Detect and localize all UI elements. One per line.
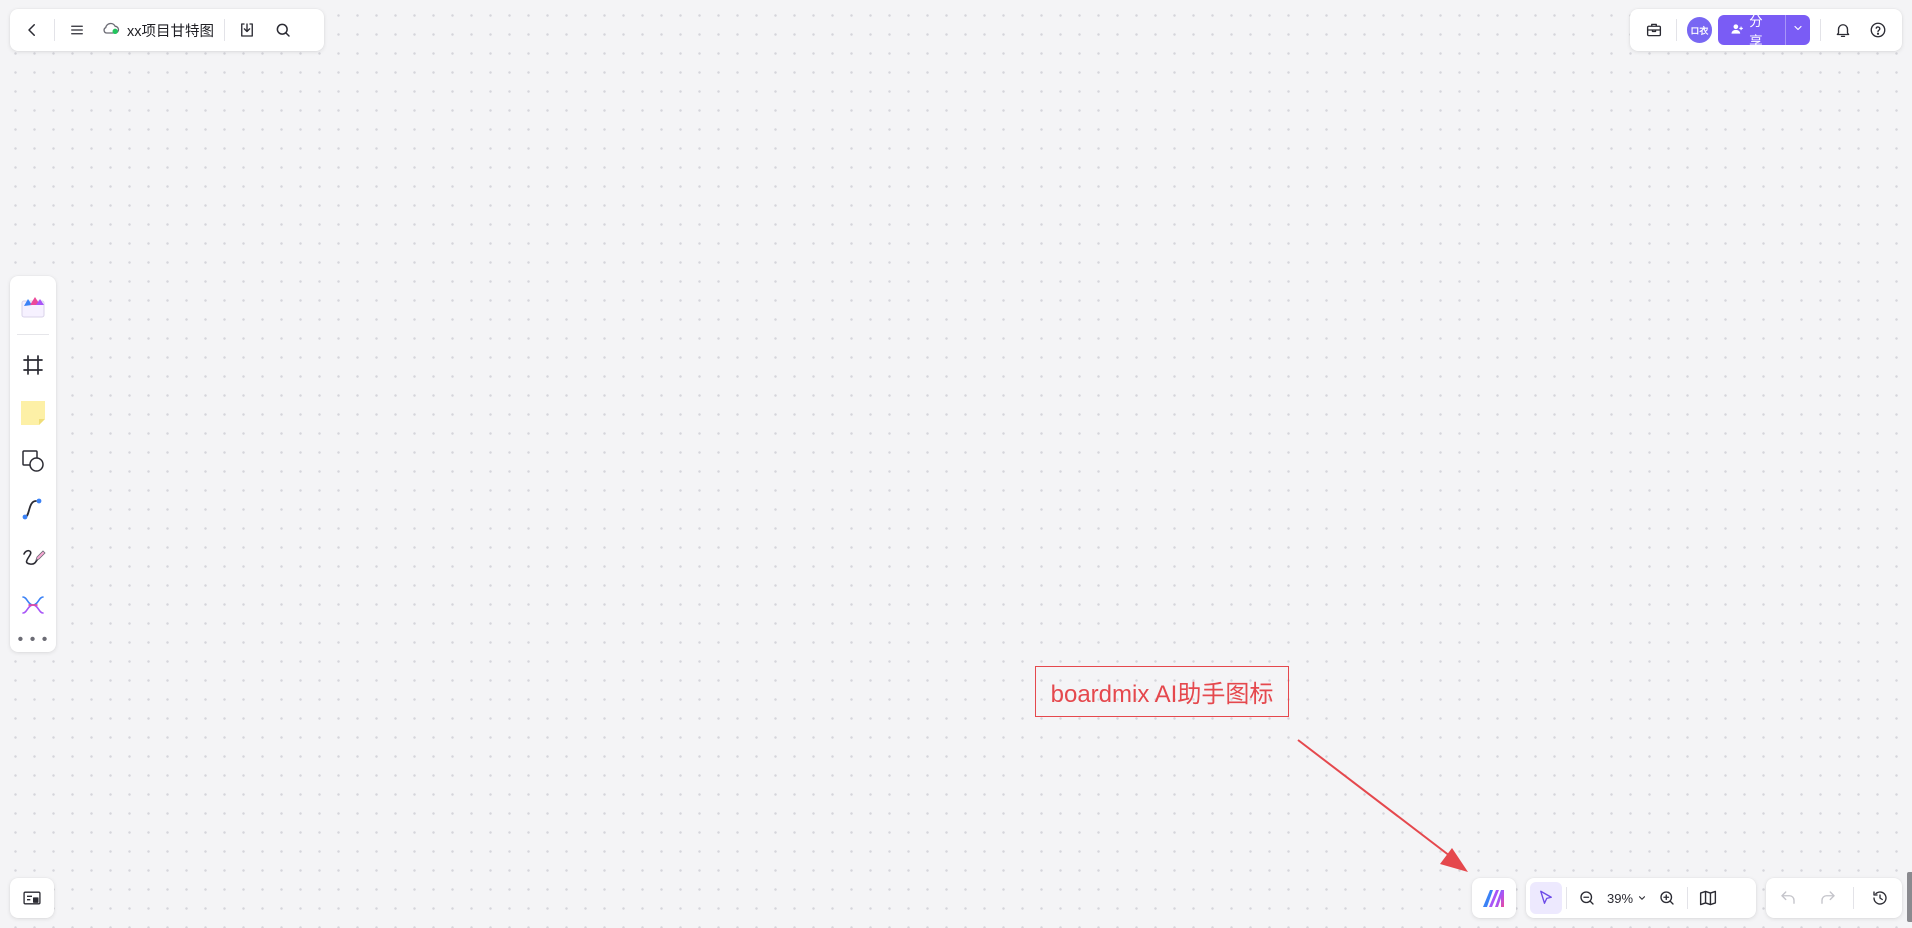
- topbar-right: ロ衣 分享: [1630, 9, 1902, 51]
- topbar-left: xx项目甘特图: [10, 9, 324, 51]
- divider: [1853, 887, 1855, 909]
- share-label: 分享: [1749, 14, 1763, 49]
- mind-map-tool-button[interactable]: [13, 585, 53, 625]
- select-tool-button[interactable]: [1530, 882, 1562, 914]
- ai-assistant-panel: [1472, 878, 1516, 918]
- annotation-arrow: [1297, 739, 1468, 872]
- document-title-area[interactable]: xx项目甘特图: [95, 12, 220, 48]
- divider: [54, 19, 55, 41]
- pen-tool-button[interactable]: [13, 537, 53, 577]
- download-button[interactable]: [229, 12, 265, 48]
- divider: [1675, 19, 1677, 41]
- divider: [1687, 887, 1689, 909]
- more-dots-icon: • • •: [17, 631, 49, 648]
- shapes-tool-button[interactable]: [13, 441, 53, 481]
- connector-tool-button[interactable]: [13, 489, 53, 529]
- hamburger-menu-icon: [68, 21, 86, 39]
- connector-line-icon: [20, 496, 46, 522]
- bottom-left-panel: [10, 878, 54, 918]
- avatar[interactable]: ロ衣: [1686, 17, 1713, 43]
- sticky-note-tool-button[interactable]: [13, 393, 53, 433]
- chevron-left-icon: [23, 21, 41, 39]
- chevron-down-icon: [1792, 21, 1804, 39]
- divider: [1819, 19, 1821, 41]
- minimap-icon: [22, 889, 42, 907]
- template-library-icon: [19, 292, 47, 320]
- toolbox-button[interactable]: [1636, 12, 1672, 48]
- toolbox-icon: [1645, 21, 1663, 39]
- history-button[interactable]: [1862, 882, 1898, 914]
- zoom-in-button[interactable]: [1651, 882, 1683, 914]
- scrollbar-handle[interactable]: [1907, 872, 1912, 922]
- map-view-button[interactable]: [1692, 882, 1724, 914]
- undo-button[interactable]: [1770, 882, 1806, 914]
- pen-draw-icon: [20, 544, 46, 570]
- more-tools-button[interactable]: • • •: [18, 632, 49, 648]
- user-plus-icon: [1730, 22, 1744, 39]
- share-button[interactable]: 分享: [1718, 14, 1810, 49]
- bell-icon: [1834, 21, 1852, 39]
- shapes-icon: [20, 448, 46, 474]
- divider: [1566, 887, 1567, 909]
- boardmix-ai-icon: [1481, 887, 1507, 909]
- frame-icon: [21, 353, 45, 377]
- minimap-button[interactable]: [14, 880, 50, 916]
- left-toolbar: • • •: [10, 276, 56, 652]
- mind-map-icon: [20, 592, 46, 618]
- annotation-label: boardmix AI助手图标: [1035, 666, 1289, 717]
- map-view-icon: [1698, 889, 1718, 907]
- redo-button[interactable]: [1810, 882, 1846, 914]
- zoom-controls: 39%: [1526, 878, 1756, 918]
- zoom-out-button[interactable]: [1571, 882, 1603, 914]
- history-icon: [1871, 889, 1889, 907]
- zoom-in-icon: [1658, 889, 1676, 907]
- help-button[interactable]: [1860, 12, 1896, 48]
- back-button[interactable]: [14, 12, 50, 48]
- zoom-level: 39%: [1607, 890, 1634, 906]
- sticky-note-icon: [19, 399, 47, 427]
- document-title[interactable]: xx项目甘特图: [127, 20, 214, 41]
- main-menu-button[interactable]: [59, 12, 95, 48]
- frame-tool-button[interactable]: [13, 345, 53, 385]
- help-circle-icon: [1869, 21, 1887, 39]
- notifications-button[interactable]: [1825, 12, 1861, 48]
- zoom-out-icon: [1578, 889, 1596, 907]
- share-main-button[interactable]: 分享: [1718, 14, 1785, 49]
- template-library-button[interactable]: [13, 286, 53, 326]
- divider: [224, 19, 225, 41]
- history-controls: [1766, 878, 1902, 918]
- cloud-saved-icon: [101, 20, 121, 41]
- chevron-down-icon: [1637, 891, 1647, 906]
- redo-icon: [1819, 889, 1837, 907]
- download-icon: [238, 21, 256, 39]
- search-icon: [274, 21, 292, 39]
- search-button[interactable]: [265, 12, 301, 48]
- undo-icon: [1779, 889, 1797, 907]
- cursor-select-icon: [1537, 889, 1555, 907]
- share-dropdown-button[interactable]: [1785, 15, 1810, 45]
- boardmix-ai-button[interactable]: [1476, 880, 1512, 916]
- zoom-level-dropdown[interactable]: 39%: [1603, 882, 1651, 914]
- divider: [17, 334, 49, 335]
